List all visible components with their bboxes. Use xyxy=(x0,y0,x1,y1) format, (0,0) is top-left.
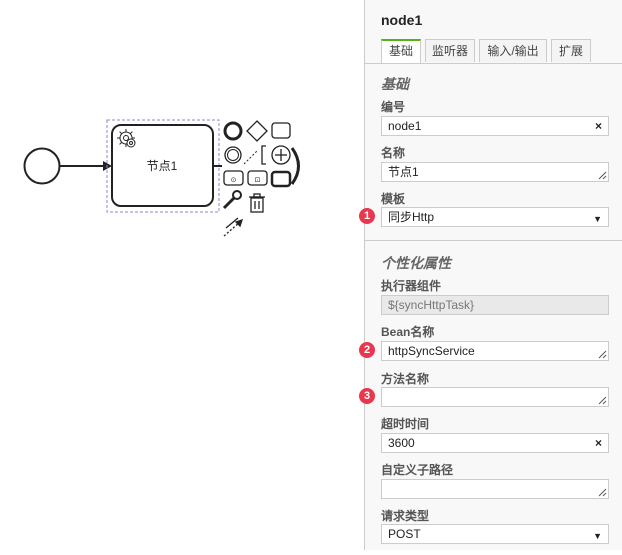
timeout-value: 3600 xyxy=(388,436,415,450)
wrench-icon[interactable] xyxy=(222,190,242,210)
id-label: 编号 xyxy=(381,100,406,114)
group-divider xyxy=(365,240,622,241)
append-gateway-icon[interactable] xyxy=(246,120,268,142)
timeout-label: 超时时间 xyxy=(381,417,430,431)
tab-divider xyxy=(365,63,622,64)
gear-icon xyxy=(117,129,136,148)
subpath-label: 自定义子路径 xyxy=(381,463,454,477)
group-heading-custom: 个性化属性 xyxy=(381,255,451,271)
annotation-badge-3: 3 xyxy=(359,388,375,404)
append-subprocess-icon[interactable] xyxy=(271,145,291,165)
resize-grip-icon[interactable] xyxy=(598,396,607,405)
connect-icon[interactable] xyxy=(223,217,244,237)
properties-panel: node1 基础 监听器 输入/输出 扩展 基础 编号 node1 × 名称 节… xyxy=(364,0,622,550)
panel-tabs: 基础 监听器 输入/输出 扩展 xyxy=(379,39,622,63)
diagram-canvas[interactable]: 节点1 ⊙ ⊡ xyxy=(0,0,364,550)
executor-value: ${syncHttpTask} xyxy=(388,298,475,312)
method-label: 方法名称 xyxy=(381,372,430,386)
annotation-badge-2: 2 xyxy=(359,342,375,358)
name-label: 名称 xyxy=(381,146,406,160)
text-annotation-icon[interactable] xyxy=(243,145,266,165)
data-object-glyph: ⊙ xyxy=(231,176,237,184)
id-field[interactable]: node1 × xyxy=(381,116,609,136)
tab-extensions[interactable]: 扩展 xyxy=(551,39,591,62)
bean-field[interactable]: httpSyncService xyxy=(381,341,609,361)
reqtype-value: POST xyxy=(388,527,421,541)
template-value: 同步Http xyxy=(388,210,435,224)
dropdown-arrow-icon: ▼ xyxy=(593,214,602,224)
resize-grip-icon[interactable] xyxy=(598,171,607,180)
reqtype-label: 请求类型 xyxy=(381,509,430,523)
id-value: node1 xyxy=(388,119,422,133)
tool-shadow-arc xyxy=(290,147,300,185)
method-field[interactable] xyxy=(381,387,609,407)
tab-input-output[interactable]: 输入/输出 xyxy=(479,39,547,62)
name-value: 节点1 xyxy=(388,165,419,179)
annotation-badge-1: 1 xyxy=(359,208,375,224)
timeout-field[interactable]: 3600 × xyxy=(381,433,609,453)
start-event[interactable] xyxy=(23,147,61,185)
bean-label: Bean名称 xyxy=(381,325,435,339)
resize-grip-icon[interactable] xyxy=(598,488,607,497)
dropdown-arrow-icon: ▼ xyxy=(593,531,602,541)
template-select[interactable]: 同步Http ▼ xyxy=(381,207,609,227)
tab-listeners[interactable]: 监听器 xyxy=(425,39,475,62)
template-label: 模板 xyxy=(381,192,406,206)
subpath-field[interactable] xyxy=(381,479,609,499)
tab-basic[interactable]: 基础 xyxy=(381,39,421,63)
reqtype-select[interactable]: POST ▼ xyxy=(381,524,609,544)
append-task-icon[interactable] xyxy=(271,122,291,139)
task-label: 节点1 xyxy=(147,159,178,173)
bean-value: httpSyncService xyxy=(388,344,475,358)
bpmn-diagram: 节点1 ⊙ ⊡ xyxy=(23,119,300,237)
executor-field: ${syncHttpTask} xyxy=(381,295,609,315)
clear-id-icon[interactable]: × xyxy=(595,119,602,133)
append-highlighted-task-icon[interactable] xyxy=(270,170,292,188)
executor-label: 执行器组件 xyxy=(381,279,442,293)
trash-icon[interactable] xyxy=(249,193,265,213)
resize-grip-icon[interactable] xyxy=(598,350,607,359)
data-store-glyph: ⊡ xyxy=(255,176,261,184)
panel-title: node1 xyxy=(381,12,423,28)
clear-timeout-icon[interactable]: × xyxy=(595,436,602,450)
group-heading-basic: 基础 xyxy=(381,76,409,92)
name-field[interactable]: 节点1 xyxy=(381,162,609,182)
append-end-event-icon[interactable] xyxy=(223,121,243,141)
